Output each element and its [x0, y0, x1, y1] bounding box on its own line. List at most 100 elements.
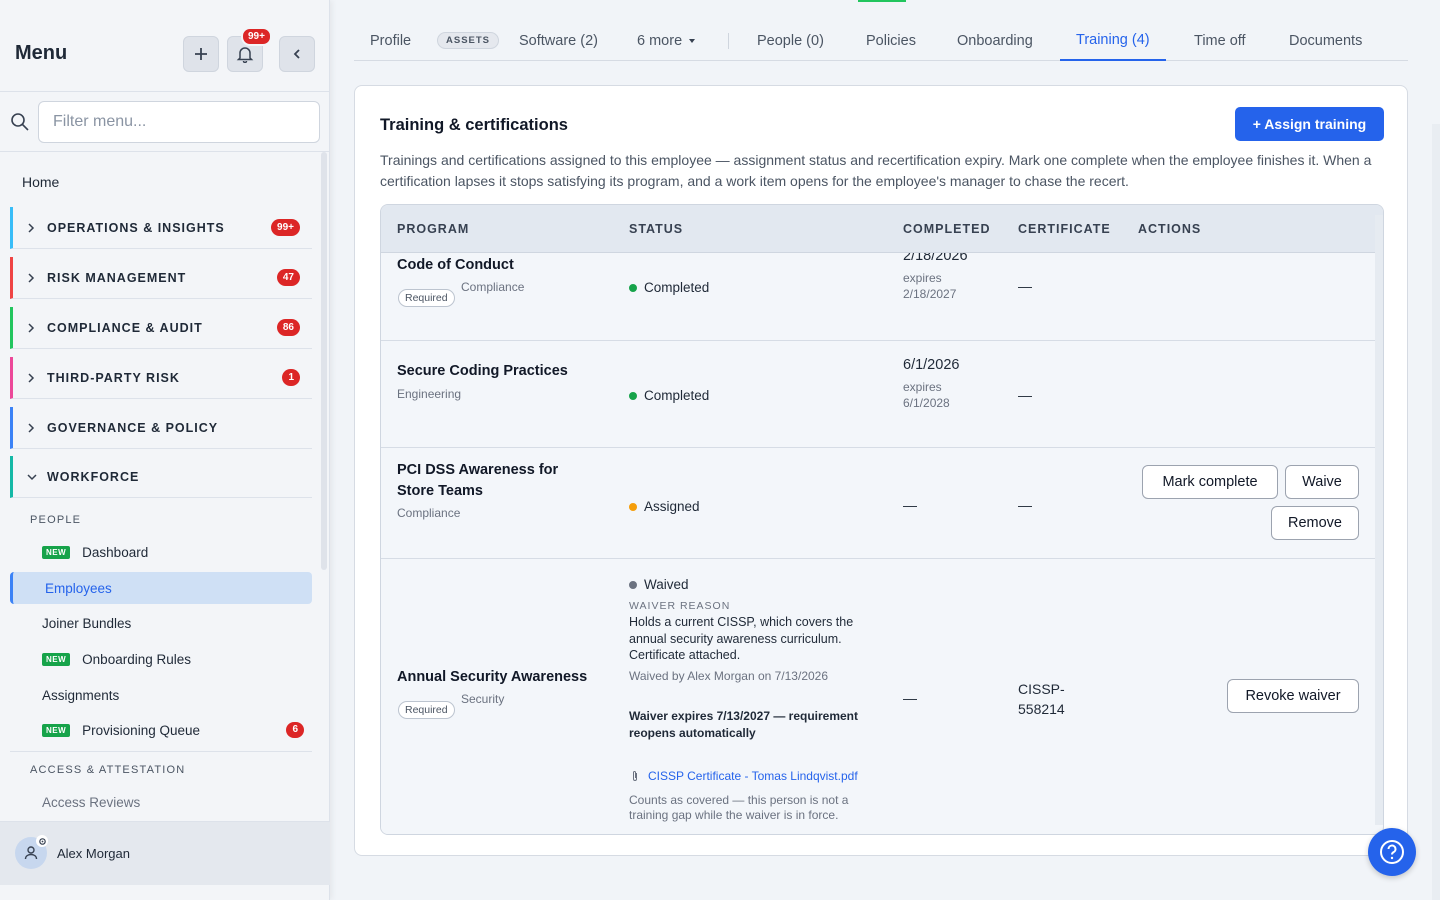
- expires-date: 6/1/2028: [903, 396, 950, 410]
- user-footer[interactable]: Alex Morgan: [0, 821, 330, 885]
- sidebar-search: [0, 92, 330, 152]
- sidebar-scrollbar[interactable]: [321, 152, 327, 570]
- nav-assignments[interactable]: Assignments: [10, 679, 312, 711]
- status-dot: [629, 283, 637, 292]
- status: Completed: [629, 280, 709, 295]
- mark-complete-button[interactable]: Mark complete: [1142, 465, 1278, 499]
- status-label: Completed: [644, 388, 710, 403]
- revoke-waiver-button[interactable]: Revoke waiver: [1227, 679, 1359, 713]
- tab-policies[interactable]: Policies: [850, 20, 932, 61]
- program-name[interactable]: Code of Conduct: [397, 255, 514, 276]
- program-category: Compliance: [461, 280, 525, 294]
- program-name[interactable]: Annual Security Awareness: [397, 667, 587, 688]
- tab-software[interactable]: Software (2): [503, 20, 614, 61]
- attachment-link[interactable]: CISSP Certificate - Tomas Lindqvist.pdf: [631, 769, 858, 783]
- status: Assigned: [629, 499, 700, 514]
- new-badge: NEW: [42, 723, 71, 737]
- waiver-reason: Holds a current CISSP, which covers the …: [629, 615, 854, 662]
- expires-label: expires: [903, 380, 942, 394]
- filter-menu-input[interactable]: [38, 101, 320, 143]
- completed-date: —: [903, 497, 917, 513]
- nav-dashboard[interactable]: NEW Dashboard: [10, 536, 312, 568]
- waiver-reason-label: WAIVER REASON: [629, 600, 731, 612]
- count-badge: 99+: [271, 219, 300, 236]
- table-row: Waived WAIVER REASON Holds a current CIS…: [381, 559, 1375, 834]
- table-header: PROGRAM STATUS COMPLETED CERTIFICATE ACT…: [381, 205, 1383, 253]
- nav-label: Provisioning Queue: [82, 722, 200, 738]
- tab-more[interactable]: 6 more: [621, 20, 711, 61]
- status-dot: [629, 502, 637, 511]
- card-description: Trainings and certifications assigned to…: [380, 152, 1372, 189]
- attachment-name: CISSP Certificate - Tomas Lindqvist.pdf: [648, 769, 858, 783]
- waived-by: Waived by Alex Morgan on 7/13/2026: [629, 669, 829, 683]
- tab-assets[interactable]: ASSETS: [437, 32, 500, 49]
- chevron-right-icon: [28, 272, 35, 283]
- status-dot: [629, 391, 637, 400]
- training-card: Training & certifications + Assign train…: [354, 85, 1408, 856]
- tab-people[interactable]: People (0): [741, 20, 840, 61]
- nav-access-reviews[interactable]: Access Reviews: [10, 786, 312, 818]
- tab-documents[interactable]: Documents: [1273, 20, 1378, 61]
- collapse-sidebar-button[interactable]: [279, 36, 315, 72]
- program-name[interactable]: PCI DSS Awareness for Store Teams: [397, 460, 597, 502]
- program-name[interactable]: Secure Coding Practices: [397, 361, 568, 382]
- section-third-party-risk[interactable]: THIRD-PARTY RISK 1: [10, 357, 312, 399]
- new-badge: NEW: [42, 652, 71, 666]
- assign-training-button[interactable]: + Assign training: [1235, 107, 1384, 141]
- table-row: 2/18/2026 expires 2/18/2027 Code of Cond…: [381, 253, 1375, 341]
- chevron-down-icon: [27, 473, 37, 480]
- add-button[interactable]: [183, 36, 219, 72]
- tab-more-label: 6 more: [637, 32, 683, 49]
- tab-training[interactable]: Training (4): [1060, 20, 1166, 61]
- new-badge: NEW: [42, 545, 71, 559]
- waiver-expiry: Waiver expires 7/13/2027 — requirement r…: [629, 709, 859, 740]
- expires-label: expires: [903, 271, 942, 285]
- completed-date: 2/18/2026: [903, 253, 968, 264]
- certificate-value: —: [1018, 278, 1032, 294]
- nav-joiner-bundles[interactable]: Joiner Bundles: [10, 607, 312, 639]
- group-access-attestation: ACCESS & ATTESTATION: [30, 764, 186, 776]
- chevron-right-icon: [28, 222, 35, 233]
- completed-date: 6/1/2026: [903, 357, 960, 373]
- chevron-left-icon: [293, 49, 300, 59]
- program-category: Compliance: [397, 506, 461, 520]
- gear-icon[interactable]: [36, 835, 48, 847]
- count-badge: 1: [282, 369, 300, 386]
- nav-home[interactable]: Home: [22, 174, 59, 190]
- sidebar-title: Menu: [15, 42, 68, 64]
- section-governance-policy[interactable]: GOVERNANCE & POLICY: [10, 407, 312, 449]
- count-badge: 6: [286, 722, 304, 738]
- section-operations-insights[interactable]: OPERATIONS & INSIGHTS 99+: [10, 207, 312, 249]
- page-scrollbar[interactable]: [1432, 124, 1440, 900]
- tab-onboarding[interactable]: Onboarding: [941, 20, 1049, 61]
- help-button[interactable]: [1368, 828, 1416, 876]
- card-title: Training & certifications: [380, 116, 568, 134]
- coverage-note: Counts as covered — this person is not a…: [629, 793, 849, 822]
- nav-onboarding-rules[interactable]: NEW Onboarding Rules: [10, 643, 312, 675]
- header-status: STATUS: [629, 222, 684, 236]
- required-badge: Required: [398, 701, 455, 719]
- tab-time-off[interactable]: Time off: [1178, 20, 1262, 61]
- section-label: RISK MANAGEMENT: [47, 270, 187, 285]
- group-people: PEOPLE: [30, 514, 82, 526]
- count-badge: 47: [276, 269, 300, 286]
- top-accent-bar: [858, 0, 906, 2]
- divider: [10, 751, 312, 752]
- status-dot: [629, 580, 637, 589]
- chevron-right-icon: [28, 372, 35, 383]
- section-compliance-audit[interactable]: COMPLIANCE & AUDIT 86: [10, 307, 312, 349]
- table-scrollbar[interactable]: [1375, 215, 1383, 825]
- header-program: PROGRAM: [397, 222, 470, 236]
- certificate-value: CISSP-558214: [1018, 681, 1065, 717]
- bell-icon: [236, 47, 254, 63]
- completed-date: —: [903, 690, 917, 706]
- nav-provisioning-queue[interactable]: NEW Provisioning Queue 6: [10, 714, 312, 746]
- remove-button[interactable]: Remove: [1271, 506, 1359, 540]
- section-workforce[interactable]: WORKFORCE: [10, 456, 312, 498]
- waive-button[interactable]: Waive: [1285, 465, 1359, 499]
- nav-employees[interactable]: Employees: [10, 572, 312, 604]
- user-icon: [24, 846, 38, 860]
- section-risk-management[interactable]: RISK MANAGEMENT 47: [10, 257, 312, 299]
- tab-profile[interactable]: Profile: [354, 20, 427, 61]
- nav-label: Access Reviews: [42, 794, 141, 810]
